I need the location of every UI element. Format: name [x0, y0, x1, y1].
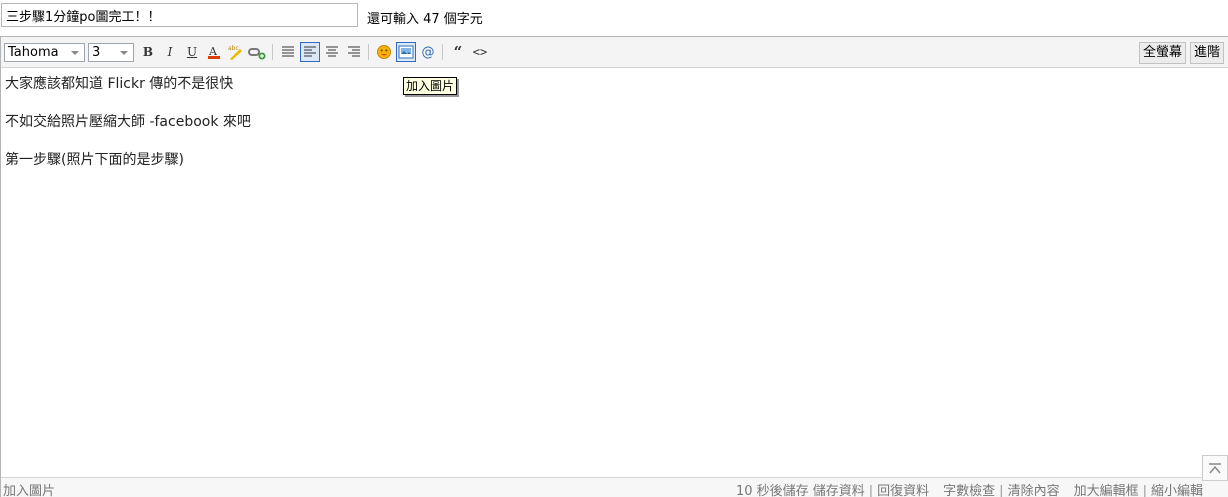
- insert-image-button[interactable]: [396, 42, 416, 62]
- spellcheck-button[interactable]: abc: [225, 42, 245, 62]
- font-family-value: Tahoma: [8, 45, 59, 60]
- status-hint: 加入圖片: [3, 484, 56, 497]
- divider: |: [868, 484, 874, 497]
- smiley-icon: [377, 45, 391, 59]
- align-justify-button[interactable]: [278, 42, 298, 62]
- font-size-value: 3: [92, 45, 101, 60]
- subject-input[interactable]: [1, 3, 358, 27]
- code-button[interactable]: <>: [470, 42, 490, 62]
- align-right-icon: [348, 46, 360, 57]
- fullscreen-button[interactable]: 全螢幕: [1139, 42, 1187, 64]
- toolbar-separator: [442, 44, 443, 60]
- quote-button[interactable]: “: [448, 42, 468, 62]
- autosave-link[interactable]: 10 秒後儲存 儲存資料: [736, 484, 865, 497]
- content-line: 不如交給照片壓縮大師 -facebook 來吧: [5, 114, 251, 130]
- font-color-button[interactable]: A: [204, 42, 224, 62]
- advanced-mode-button[interactable]: 進階: [1190, 42, 1225, 64]
- toolbar-separator: [368, 44, 369, 60]
- align-center-icon: [326, 46, 338, 57]
- mention-button[interactable]: @: [418, 42, 438, 62]
- spellcheck-icon: abc: [228, 45, 242, 60]
- divider: |: [1142, 484, 1147, 497]
- align-justify-icon: [282, 46, 294, 57]
- toolbar-separator: [272, 44, 273, 60]
- scroll-up-icon: [1209, 463, 1221, 474]
- font-color-icon: A: [208, 45, 220, 59]
- word-count-link[interactable]: 字數檢查: [943, 484, 995, 497]
- align-center-button[interactable]: [322, 42, 342, 62]
- link-icon: [248, 48, 266, 60]
- restore-data-link[interactable]: 回復資料: [877, 484, 929, 497]
- italic-button[interactable]: I: [160, 42, 180, 62]
- align-left-button[interactable]: [300, 42, 320, 62]
- insert-link-button[interactable]: [247, 42, 267, 62]
- clear-content-link[interactable]: 清除內容: [1008, 484, 1060, 497]
- chevron-down-icon: [120, 51, 128, 55]
- align-left-icon: [304, 46, 316, 57]
- enlarge-editor-link[interactable]: 加大編輯框: [1074, 484, 1139, 497]
- editor-statusbar: 加入圖片 10 秒後儲存 儲存資料 | 回復資料 字數檢查 | 清除內容 加大編輯框 | 縮小編…: [1, 477, 1228, 497]
- chevron-down-icon: [71, 51, 79, 55]
- status-actions: 10 秒後儲存 儲存資料 | 回復資料 字數檢查 | 清除內容 加大編輯框 | 縮小編輯: [736, 480, 1203, 497]
- content-line: 大家應該都知道 Flickr 傳的不是很快: [5, 76, 234, 92]
- title-row: 還可輸入 47 個字元: [0, 0, 1228, 34]
- scroll-to-top-button[interactable]: [1202, 455, 1228, 481]
- underline-button[interactable]: U: [182, 42, 202, 62]
- editor-toolbar: Tahoma 3 B I U A abc @ “ <> 全螢幕 進階: [1, 37, 1228, 68]
- content-line: 第一步驟(照片下面的是步驟): [5, 152, 184, 168]
- divider: |: [999, 484, 1004, 497]
- image-tooltip: 加入圖片: [403, 77, 458, 95]
- font-size-select[interactable]: 3: [88, 43, 134, 62]
- bold-button[interactable]: B: [138, 42, 158, 62]
- editor-content[interactable]: 大家應該都知道 Flickr 傳的不是很快 不如交給照片壓縮大師 -facebo…: [5, 75, 1195, 189]
- font-family-select[interactable]: Tahoma: [4, 43, 85, 62]
- char-remaining-label: 還可輸入 47 個字元: [367, 12, 483, 27]
- emoticon-button[interactable]: [374, 42, 394, 62]
- rich-text-editor: Tahoma 3 B I U A abc @ “ <> 全螢幕 進階 加入圖片 …: [0, 36, 1228, 497]
- align-right-button[interactable]: [344, 42, 364, 62]
- image-icon: [398, 45, 414, 59]
- shrink-editor-link[interactable]: 縮小編輯: [1151, 484, 1203, 497]
- svg-text:abc: abc: [228, 45, 239, 52]
